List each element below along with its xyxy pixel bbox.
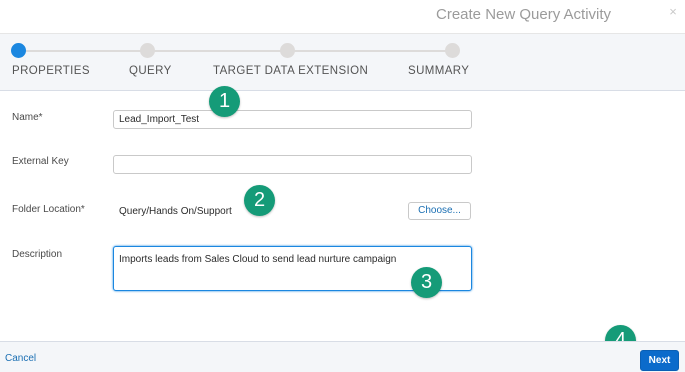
name-label: Name* <box>12 112 43 123</box>
next-button[interactable]: Next <box>640 350 679 371</box>
callout-badge-1: 1 <box>209 86 240 117</box>
external-key-field[interactable] <box>113 155 472 174</box>
description-label: Description <box>12 249 63 260</box>
step-dot-summary[interactable] <box>445 43 460 58</box>
dialog-footer: Cancel Next <box>0 341 685 372</box>
wizard-stepper: PROPERTIES QUERY TARGET DATA EXTENSION S… <box>0 33 685 91</box>
step-label-query[interactable]: QUERY <box>129 65 172 77</box>
dialog-title: Create New Query Activity <box>436 6 612 23</box>
step-dot-properties[interactable] <box>11 43 26 58</box>
cancel-link[interactable]: Cancel <box>5 353 36 364</box>
stepper-track <box>19 50 453 52</box>
step-dot-query[interactable] <box>140 43 155 58</box>
folder-location-label: Folder Location* <box>12 204 85 215</box>
name-field[interactable]: Lead_Import_Test <box>113 110 472 129</box>
step-label-properties[interactable]: PROPERTIES <box>12 65 90 77</box>
step-label-summary[interactable]: SUMMARY <box>408 65 469 77</box>
callout-badge-3: 3 <box>411 267 442 298</box>
step-label-target-data-extension[interactable]: TARGET DATA EXTENSION <box>213 65 368 77</box>
choose-folder-button[interactable]: Choose... <box>408 202 471 220</box>
folder-location-value: Query/Hands On/Support <box>119 206 232 217</box>
dialog-header: Create New Query Activity × <box>0 0 685 33</box>
callout-badge-2: 2 <box>244 185 275 216</box>
close-icon[interactable]: × <box>666 5 680 19</box>
external-key-label: External Key <box>12 156 69 167</box>
step-dot-target-data-extension[interactable] <box>280 43 295 58</box>
